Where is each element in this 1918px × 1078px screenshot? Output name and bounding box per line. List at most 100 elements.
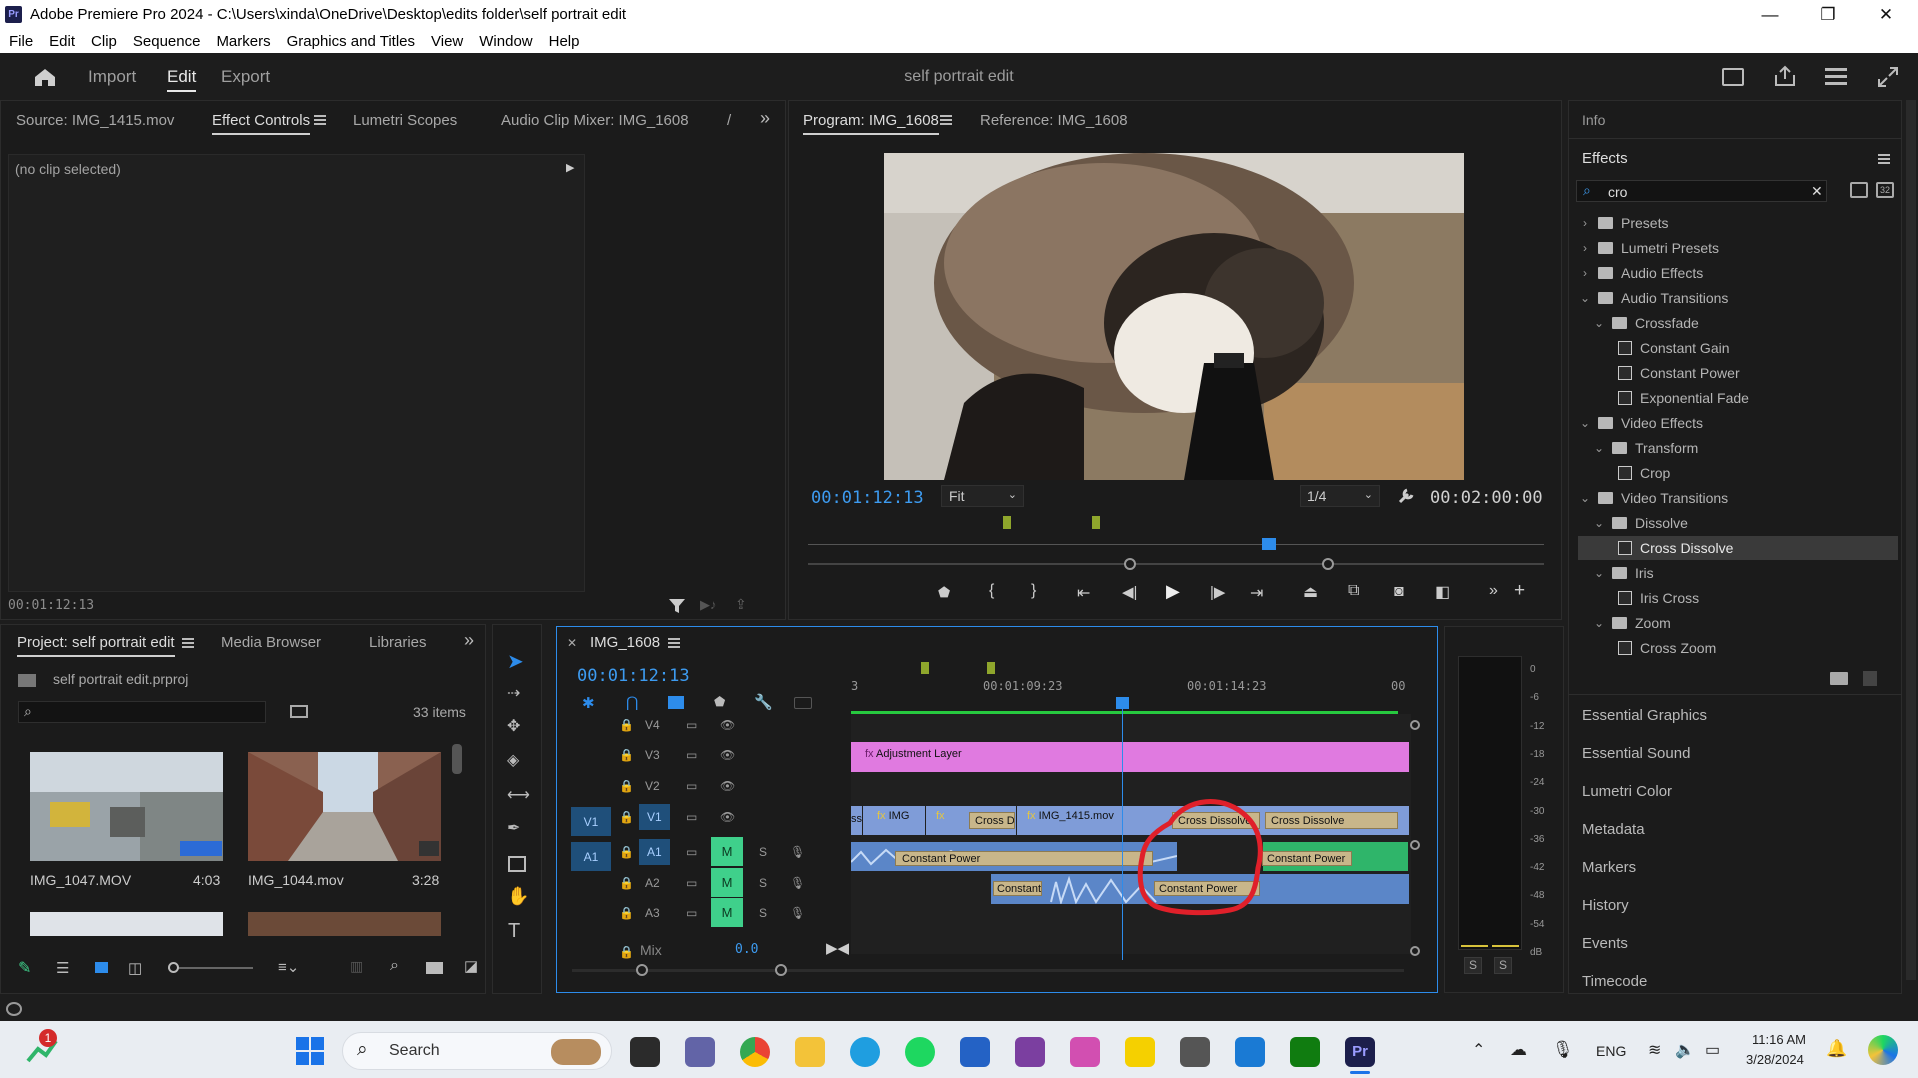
toggle-sync-lock-icon[interactable]: ▭	[686, 748, 697, 762]
transition-cross-dissolve[interactable]: Cross Dissolve	[1265, 812, 1398, 829]
icon-view-icon[interactable]	[95, 962, 108, 973]
events-panel[interactable]: Events	[1582, 935, 1628, 952]
edge-icon[interactable]	[850, 1037, 880, 1067]
project-search-input[interactable]: ⌕	[18, 701, 266, 723]
toggle-sync-lock-icon[interactable]: ▭	[686, 810, 697, 824]
clear-search-icon[interactable]: ✕	[1811, 183, 1823, 200]
cube-app-icon[interactable]	[1180, 1037, 1210, 1067]
project-scrollbar[interactable]	[452, 744, 462, 774]
menu-graphics-and-titles[interactable]: Graphics and Titles	[287, 33, 415, 50]
language-indicator[interactable]: ENG	[1596, 1043, 1626, 1059]
accelerated-effects-icon[interactable]	[1850, 182, 1868, 198]
microphone-icon[interactable]: 🎙	[1552, 1040, 1574, 1060]
mute-track-button[interactable]: M	[711, 837, 743, 866]
list-view-icon[interactable]: ☰	[56, 959, 69, 977]
chrome-icon[interactable]	[740, 1037, 770, 1067]
go-to-out-icon[interactable]: ⇥	[1250, 583, 1263, 603]
chevron-down-icon[interactable]: ⌄	[1592, 566, 1606, 580]
marker-icon[interactable]	[987, 662, 995, 674]
minimize-button[interactable]: —	[1742, 0, 1798, 29]
more-controls-icon[interactable]: »	[1489, 582, 1498, 600]
track-label[interactable]: V3	[645, 748, 660, 762]
zoom-slider-handle[interactable]	[168, 962, 179, 973]
add-marker-icon[interactable]: ⬟	[714, 694, 725, 710]
sort-icon[interactable]: ≡⌄	[278, 958, 299, 976]
markers-panel[interactable]: Markers	[1582, 859, 1636, 876]
chevron-down-icon[interactable]: ⌄	[1592, 616, 1606, 630]
chevron-down-icon[interactable]: ⌄	[1592, 516, 1606, 530]
effects-tree-item[interactable]: ⌄ Video Effects	[1578, 411, 1898, 435]
play-audio-icon[interactable]: ▶♪	[700, 597, 717, 613]
thumbnail-img-1044[interactable]	[248, 752, 441, 861]
toggle-sync-lock-icon[interactable]: ▭	[686, 718, 697, 732]
transition-constant-power[interactable]: Constant Power	[1262, 851, 1352, 866]
chevron-right-icon[interactable]: ›	[1578, 266, 1592, 280]
tab-libraries[interactable]: Libraries	[369, 634, 427, 651]
program-video-frame[interactable]	[884, 153, 1464, 480]
toggle-sync-lock-icon[interactable]: ▭	[686, 876, 697, 890]
tab-source[interactable]: Source: IMG_1415.mov	[16, 112, 174, 129]
track-label[interactable]: V4	[645, 718, 660, 732]
solo-track-button[interactable]: S	[759, 906, 767, 920]
restore-button[interactable]: ❐	[1800, 0, 1856, 29]
playhead-handle-icon[interactable]	[1116, 697, 1129, 709]
vertical-zoom-handle[interactable]	[1410, 946, 1420, 956]
marker-icon[interactable]	[1003, 516, 1011, 529]
tab-media-browser[interactable]: Media Browser	[221, 634, 321, 651]
timecode-panel[interactable]: Timecode	[1582, 973, 1647, 990]
lumetri-color-panel[interactable]: Lumetri Color	[1582, 783, 1672, 800]
menu-edit[interactable]: Edit	[49, 33, 75, 50]
menu-sequence[interactable]: Sequence	[133, 33, 201, 50]
xbox-icon[interactable]	[1290, 1037, 1320, 1067]
file-explorer-icon[interactable]	[795, 1037, 825, 1067]
clip-v1[interactable]: ss	[851, 806, 862, 835]
settings-wrench-icon[interactable]	[1397, 487, 1415, 505]
effects-tree-item[interactable]: ⌄ Zoom	[1578, 611, 1898, 635]
track-label[interactable]: A3	[645, 906, 660, 920]
quick-export-icon[interactable]	[1722, 68, 1744, 86]
essential-sound-panel[interactable]: Essential Sound	[1582, 745, 1690, 762]
transition-constant-power[interactable]: Constant Power	[895, 851, 1153, 866]
transition-constant[interactable]: Constant	[993, 881, 1042, 896]
vertical-zoom-handle[interactable]	[1410, 720, 1420, 730]
track-select-tool-icon[interactable]: ⇢	[507, 683, 520, 703]
copilot-icon[interactable]	[1868, 1035, 1898, 1065]
tab-reference[interactable]: Reference: IMG_1608	[980, 112, 1128, 129]
effects-tree-item[interactable]: ⌄ Transform	[1578, 436, 1898, 460]
voice-over-record-icon[interactable]: 🎙	[790, 845, 805, 859]
toggle-track-output-eye-icon[interactable]: 👁	[720, 779, 735, 793]
ripple-edit-tool-icon[interactable]: ✥	[507, 716, 520, 736]
freeform-view-icon[interactable]: ◫	[128, 959, 142, 977]
thumbnail-partial[interactable]	[248, 912, 441, 936]
solo-right-button[interactable]: S	[1494, 957, 1512, 974]
go-to-in-icon[interactable]: ⇤	[1077, 583, 1090, 603]
effects-tree-item[interactable]: › Presets	[1578, 211, 1898, 235]
sticky-notes-icon[interactable]	[1125, 1037, 1155, 1067]
playhead-icon[interactable]	[1262, 538, 1276, 550]
thumbnail-partial[interactable]	[30, 912, 223, 936]
new-bin-icon[interactable]	[426, 962, 443, 974]
menu-window[interactable]: Window	[479, 33, 532, 50]
find-icon[interactable]: ⌕	[390, 957, 399, 975]
toggle-track-output-eye-icon[interactable]: 👁	[720, 718, 735, 732]
nest-icon[interactable]: ✱	[582, 694, 595, 712]
step-forward-icon[interactable]: |▶	[1210, 583, 1225, 601]
find-bin-icon[interactable]	[290, 705, 308, 718]
zoom-handle-left[interactable]	[1124, 558, 1136, 570]
scroll-handle-right[interactable]	[775, 964, 787, 976]
timeline-playhead[interactable]	[1122, 698, 1123, 960]
sequence-menu-icon[interactable]	[668, 637, 680, 649]
photos-icon[interactable]	[1070, 1037, 1100, 1067]
transition-cross-dissolve[interactable]: Cross D	[969, 812, 1015, 829]
automate-to-sequence-icon[interactable]: ▥	[350, 958, 363, 975]
effects-tree-item[interactable]: › Audio Effects	[1578, 261, 1898, 285]
pen-tool-icon[interactable]: ✒	[507, 818, 520, 838]
tab-effect-controls[interactable]: Effect Controls	[212, 112, 311, 135]
hand-tool-icon[interactable]: ✋	[507, 886, 529, 907]
export-clip-icon[interactable]: ⇪	[735, 596, 747, 613]
track-lock-icon[interactable]: 🔒	[619, 718, 634, 732]
export-frame-camera-icon[interactable]: ◙	[1394, 583, 1404, 601]
solo-track-button[interactable]: S	[759, 876, 767, 890]
new-item-icon[interactable]: ◪	[464, 957, 478, 975]
type-tool-icon[interactable]: T	[508, 920, 520, 943]
